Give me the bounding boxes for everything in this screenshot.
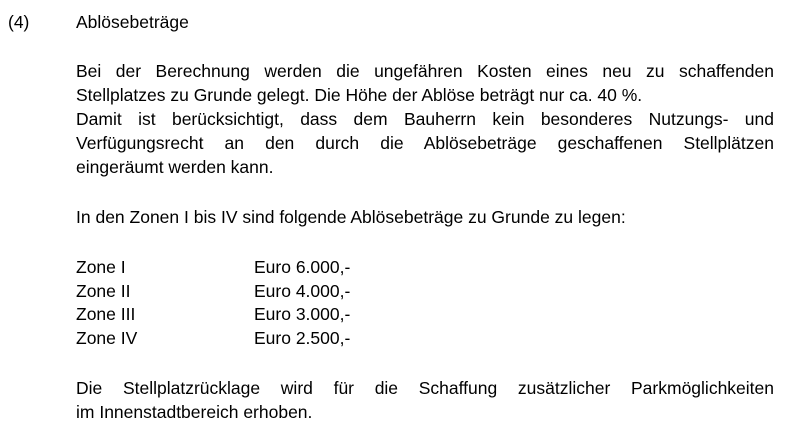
zone-fee-list: Zone I Euro 6.000,- Zone II Euro 4.000,-… xyxy=(76,256,350,350)
zone-name: Zone IV xyxy=(76,327,138,348)
paragraph-line: In den Zonen I bis IV sind folgende Ablö… xyxy=(76,207,626,227)
section-number: (4) xyxy=(8,12,30,32)
zone-row: Zone II Euro 4.000,- xyxy=(76,280,350,304)
paragraph-line: Damit ist berücksichtigt, dass dem Bauhe… xyxy=(76,109,774,129)
zone-name: Zone I xyxy=(76,257,126,277)
paragraph-cost-basis: Bei der Berechnung werden die ungefähren… xyxy=(76,59,774,179)
paragraph-line: im Innenstadtbereich erhoben. xyxy=(76,402,313,422)
zone-row: Zone I Euro 6.000,- xyxy=(76,256,350,280)
zone-name: Zone III xyxy=(76,304,136,324)
paragraph-zones-intro: In den Zonen I bis IV sind folgende Ablö… xyxy=(76,205,774,229)
zone-name: Zone II xyxy=(76,280,131,301)
paragraph-line: Bei der Berechnung werden die ungefähren… xyxy=(76,61,774,81)
zone-row: Zone III Euro 3.000,- xyxy=(76,303,350,327)
section-heading: Ablösebeträge xyxy=(76,12,189,32)
zone-amount: Euro 4.000,- xyxy=(254,280,351,301)
zone-amount: Euro 2.500,- xyxy=(254,327,351,348)
paragraph-line: eingeräumt werden kann. xyxy=(76,157,274,177)
zone-row: Zone IV Euro 2.500,- xyxy=(76,327,350,351)
paragraph-line: Die Stellplatzrücklage wird für die Scha… xyxy=(76,378,774,398)
paragraph-line: Stellplatzes zu Grunde gelegt. Die Höhe … xyxy=(76,85,643,105)
paragraph-line: Verfügungsrecht an den durch die Ablöseb… xyxy=(76,133,774,153)
zone-amount: Euro 6.000,- xyxy=(254,257,351,277)
paragraph-parking-reserve: Die Stellplatzrücklage wird für die Scha… xyxy=(76,376,774,424)
zone-amount: Euro 3.000,- xyxy=(254,304,351,324)
